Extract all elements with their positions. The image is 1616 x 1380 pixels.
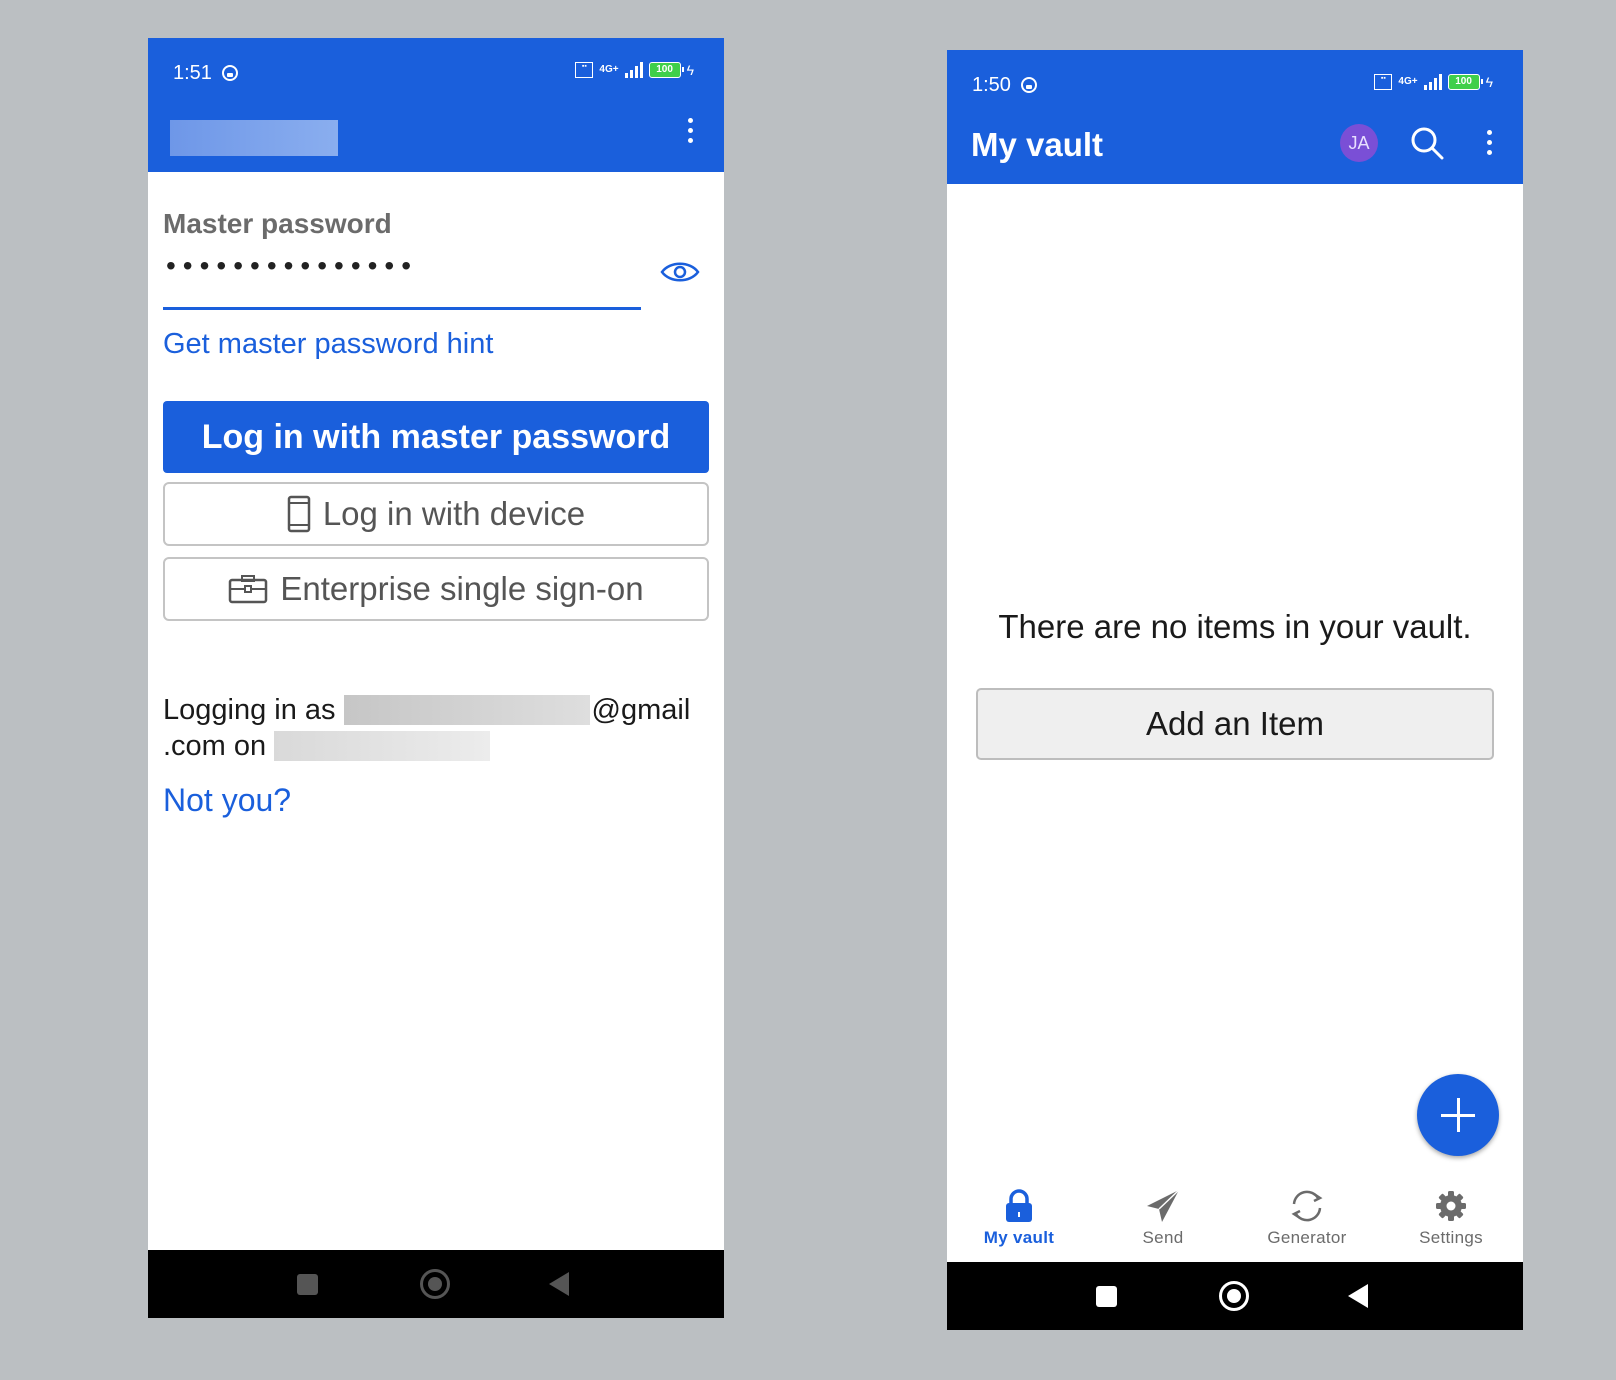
lock-icon — [1006, 1189, 1032, 1222]
battery-icon: 100 — [1447, 74, 1483, 90]
add-item-button[interactable]: Add an Item — [976, 688, 1494, 760]
charging-icon: ϟ — [686, 62, 694, 78]
charging-icon: ϟ — [1485, 74, 1493, 90]
signal-icon — [624, 62, 643, 78]
page-title: My vault — [971, 126, 1104, 163]
app-bar: 1:50 ▪▪ 4G+ 100 ϟ My vault JA — [947, 50, 1523, 184]
login-with-device-button[interactable]: Log in with device — [163, 482, 709, 546]
tab-settings[interactable]: Settings — [1379, 1182, 1523, 1262]
empty-vault-message: There are no items in your vault. — [998, 608, 1472, 645]
status-time: 1:50 — [972, 74, 1011, 96]
input-underline — [163, 307, 641, 310]
volte-icon: ▪▪ — [575, 62, 594, 78]
volte-icon: ▪▪ — [1374, 74, 1393, 90]
status-icons: ▪▪ 4G+ 100 ϟ — [1374, 74, 1493, 90]
redacted-email — [343, 695, 590, 725]
login-master-password-button[interactable]: Log in with master password — [163, 401, 709, 473]
not-you-link[interactable]: Not you? — [163, 782, 291, 819]
add-item-label: Add an Item — [1146, 705, 1324, 742]
system-nav-bar — [148, 1250, 724, 1318]
home-icon[interactable] — [420, 1269, 450, 1299]
tab-label: My vault — [983, 1228, 1055, 1247]
email-suffix: @gmail — [591, 694, 691, 726]
status-time: 1:51 — [173, 62, 212, 84]
gear-icon — [1436, 1191, 1466, 1221]
recents-icon[interactable] — [297, 1274, 318, 1295]
search-icon[interactable] — [1410, 126, 1444, 160]
app-bar: 1:51 ▪▪ 4G+ 100 ϟ — [148, 38, 724, 172]
redacted-title — [170, 120, 338, 156]
home-icon[interactable] — [1219, 1281, 1249, 1311]
vault-screen: 1:50 ▪▪ 4G+ 100 ϟ My vault JA There are … — [947, 50, 1523, 1330]
signal-icon — [1423, 74, 1442, 90]
tab-generator[interactable]: Generator — [1235, 1182, 1379, 1262]
back-icon[interactable] — [1348, 1284, 1368, 1308]
login-master-password-label: Log in with master password — [201, 417, 671, 456]
on-prefix: .com on — [163, 730, 267, 762]
login-with-device-label: Log in with device — [322, 495, 586, 532]
logging-in-info: Logging in as @gmail .com on — [163, 692, 690, 764]
refresh-icon — [1291, 1190, 1323, 1222]
status-icons: ▪▪ 4G+ 100 ϟ — [575, 62, 694, 78]
enterprise-sso-label: Enterprise single sign-on — [280, 570, 644, 607]
add-fab-button[interactable] — [1417, 1074, 1499, 1156]
show-password-icon[interactable] — [660, 260, 700, 284]
notification-icon — [1021, 77, 1037, 93]
tab-send[interactable]: Send — [1091, 1182, 1235, 1262]
master-password-input[interactable]: ••••••••••••••• — [166, 250, 418, 282]
phone-icon — [287, 495, 311, 533]
logging-in-prefix: Logging in as — [163, 694, 336, 726]
enterprise-sso-button[interactable]: Enterprise single sign-on — [163, 557, 709, 621]
tab-my-vault[interactable]: My vault — [947, 1182, 1091, 1262]
recents-icon[interactable] — [1096, 1286, 1117, 1307]
paper-plane-icon — [1147, 1189, 1180, 1222]
more-options-icon[interactable] — [688, 118, 693, 143]
tab-label: Send — [1142, 1228, 1184, 1247]
network-type: 4G+ — [599, 64, 619, 75]
network-type: 4G+ — [1398, 76, 1418, 87]
briefcase-icon — [229, 575, 268, 604]
bottom-tab-bar: My vault Send Generator Settings — [947, 1182, 1523, 1262]
notification-icon — [222, 65, 238, 81]
back-icon[interactable] — [549, 1272, 569, 1296]
redacted-server — [274, 731, 491, 761]
system-nav-bar — [947, 1262, 1523, 1330]
more-options-icon[interactable] — [1487, 130, 1492, 155]
tab-label: Generator — [1267, 1228, 1347, 1247]
login-screen: 1:51 ▪▪ 4G+ 100 ϟ Master password ••••••… — [148, 38, 724, 1318]
battery-icon: 100 — [648, 62, 684, 78]
tab-label: Settings — [1419, 1228, 1483, 1247]
password-hint-link[interactable]: Get master password hint — [163, 328, 493, 361]
avatar[interactable]: JA — [1340, 124, 1378, 162]
master-password-label: Master password — [163, 208, 392, 239]
